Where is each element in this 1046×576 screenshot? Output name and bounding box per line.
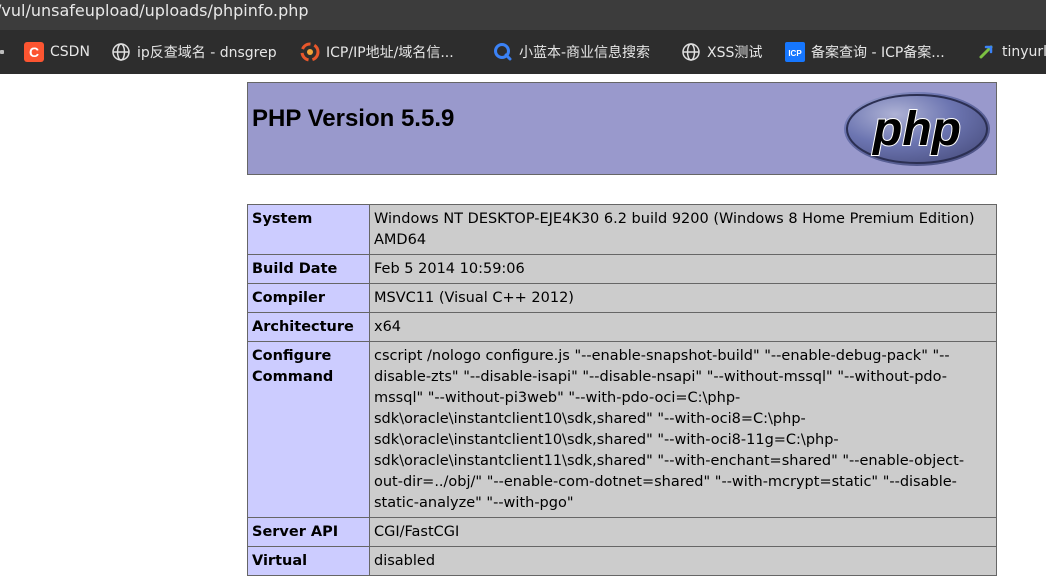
- bookmark-label: XSS测试: [707, 45, 763, 61]
- bookmark-label: tinyurl: [1002, 44, 1046, 60]
- row-value: Feb 5 2014 10:59:06: [369, 254, 997, 284]
- table-row: Build Date Feb 5 2014 10:59:06: [247, 254, 997, 284]
- table-row: Configure Command cscript /nologo config…: [247, 341, 997, 518]
- row-key: Architecture: [247, 312, 370, 342]
- url-text[interactable]: /vul/unsafeupload/uploads/phpinfo.php: [0, 0, 309, 23]
- php-header: PHP Version 5.5.9 php: [247, 82, 997, 175]
- icp-badge-icon: ICP: [785, 42, 805, 62]
- table-row: Server API CGI/FastCGI: [247, 517, 997, 547]
- table-row: Compiler MSVC11 (Visual C++ 2012): [247, 283, 997, 313]
- system-info-table: System Windows NT DESKTOP-EJE4K30 6.2 bu…: [247, 204, 997, 576]
- globe-icon: [681, 42, 701, 62]
- globe-icon: [111, 42, 131, 62]
- row-key: Build Date: [247, 254, 370, 284]
- row-key: Virtual: [247, 546, 370, 576]
- row-key: Compiler: [247, 283, 370, 313]
- bookmark-label: ip反查域名 - dnsgrep: [137, 45, 277, 61]
- page-title: PHP Version 5.5.9: [252, 105, 455, 132]
- table-row: System Windows NT DESKTOP-EJE4K30 6.2 bu…: [247, 204, 997, 255]
- bookmark-label: ICP/IP地址/域名信...: [326, 45, 454, 61]
- table-row: Architecture x64: [247, 312, 997, 342]
- row-value: MSVC11 (Visual C++ 2012): [369, 283, 997, 313]
- bookmark-label: 备案查询 - ICP备案...: [811, 45, 945, 61]
- bookmark-xss[interactable]: XSS测试: [681, 40, 762, 64]
- row-key: System: [247, 204, 370, 255]
- table-row: Virtual disabled: [247, 546, 997, 576]
- row-value: x64: [369, 312, 997, 342]
- icp-swirl-icon: [300, 42, 320, 62]
- php-logo-text: php: [871, 103, 961, 156]
- bookmark-beian[interactable]: ICP 备案查询 - ICP备案...: [785, 40, 945, 64]
- bookmarks-bar: C CSDN ip反查域名 - dnsgrep ICP/IP地址/域名信...: [0, 30, 1046, 74]
- bookmark-icp-ip[interactable]: ICP/IP地址/域名信...: [300, 40, 454, 64]
- page-content: PHP Version 5.5.9 php System Windows NT …: [0, 74, 1046, 576]
- row-key: Configure Command: [247, 341, 370, 518]
- csdn-icon: C: [24, 42, 44, 62]
- svg-text:ICP: ICP: [788, 49, 802, 58]
- row-value: CGI/FastCGI: [369, 517, 997, 547]
- row-value: disabled: [369, 546, 997, 576]
- bookmark-dnsgrep[interactable]: ip反查域名 - dnsgrep: [111, 40, 277, 64]
- bookmark-label: 小蓝本-商业信息搜索: [519, 45, 651, 61]
- bookmark-csdn[interactable]: C CSDN: [24, 40, 90, 64]
- svg-text:C: C: [29, 44, 39, 60]
- row-key: Server API: [247, 517, 370, 547]
- row-value: cscript /nologo configure.js "--enable-s…: [369, 341, 997, 518]
- tinyurl-icon: [976, 42, 996, 62]
- row-value: Windows NT DESKTOP-EJE4K30 6.2 build 920…: [369, 204, 997, 255]
- bookmark-tinyurl[interactable]: tinyurl: [976, 40, 1046, 64]
- overflow-dot-icon: [0, 50, 4, 54]
- php-logo[interactable]: php: [842, 89, 992, 169]
- bookmark-xiaolanben[interactable]: 小蓝本-商业信息搜索: [493, 40, 650, 64]
- xiaolanben-icon: [493, 42, 513, 62]
- address-bar[interactable]: /vul/unsafeupload/uploads/phpinfo.php: [0, 0, 1046, 30]
- bookmark-label: CSDN: [50, 44, 90, 60]
